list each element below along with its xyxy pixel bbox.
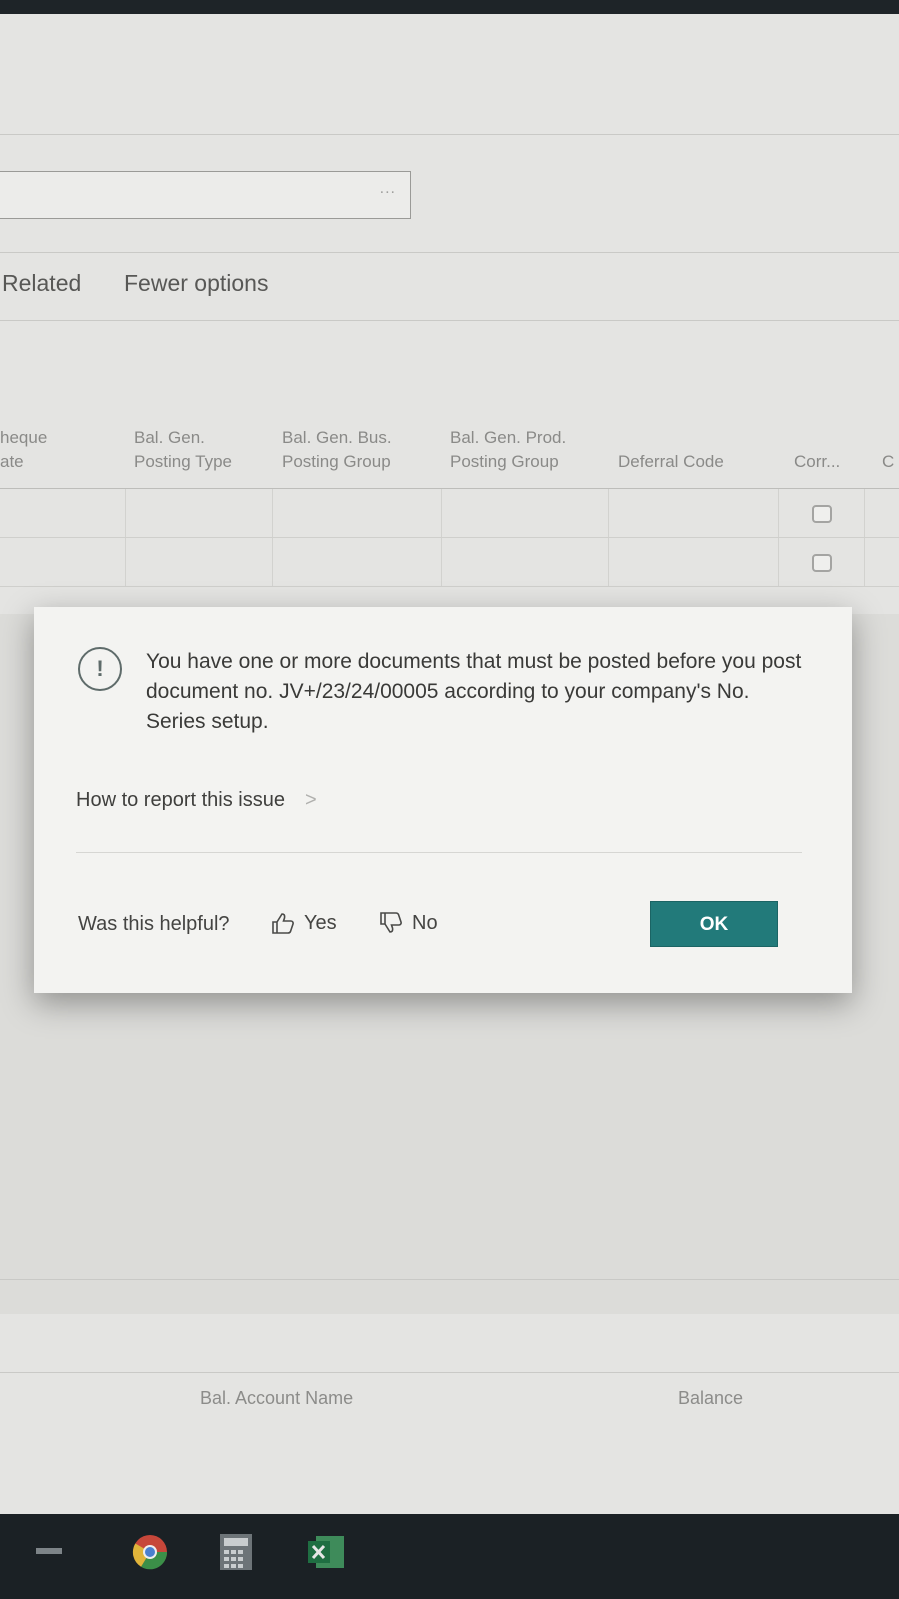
column-header-c[interactable]: C bbox=[882, 426, 894, 474]
search-icon[interactable] bbox=[36, 1548, 62, 1554]
table-row[interactable] bbox=[0, 538, 899, 587]
action-related[interactable]: Related bbox=[2, 270, 81, 297]
column-header-deferral-code[interactable]: Deferral Code bbox=[618, 426, 724, 474]
divider bbox=[0, 252, 899, 253]
column-header-bal-gen-prod-posting-group[interactable]: Bal. Gen. Prod. Posting Group bbox=[450, 426, 566, 474]
column-header-cheque-date[interactable]: heque ate bbox=[0, 426, 47, 474]
excel-icon[interactable] bbox=[306, 1532, 346, 1572]
report-issue-label: How to report this issue bbox=[76, 789, 285, 811]
divider bbox=[76, 852, 802, 853]
divider bbox=[0, 134, 899, 135]
action-bar: Related Fewer options bbox=[0, 270, 899, 306]
chrome-icon[interactable] bbox=[130, 1532, 170, 1572]
divider bbox=[0, 320, 899, 321]
divider bbox=[0, 1372, 899, 1373]
column-header-bal-gen-bus-posting-group[interactable]: Bal. Gen. Bus. Posting Group bbox=[282, 426, 392, 474]
correction-checkbox[interactable] bbox=[812, 554, 832, 572]
feedback-yes-label: Yes bbox=[304, 911, 337, 934]
report-issue-link[interactable]: How to report this issue > bbox=[76, 789, 317, 812]
feedback-yes-button[interactable]: Yes bbox=[270, 911, 337, 935]
footer-balance-label: Balance bbox=[678, 1388, 744, 1408]
ok-button[interactable]: OK bbox=[650, 901, 778, 947]
thumbs-down-icon bbox=[380, 912, 402, 933]
error-message: You have one or more documents that must… bbox=[146, 650, 802, 733]
divider bbox=[0, 1279, 899, 1280]
calculator-icon[interactable] bbox=[218, 1532, 254, 1572]
thumbs-up-icon bbox=[272, 913, 294, 934]
lookup-ellipsis-button[interactable]: ... bbox=[380, 180, 396, 198]
column-header-bal-gen-posting-type[interactable]: Bal. Gen. Posting Type bbox=[134, 426, 232, 474]
action-fewer-options[interactable]: Fewer options bbox=[124, 270, 268, 297]
feedback-no-label: No bbox=[412, 911, 438, 934]
error-dialog: ! You have one or more documents that mu… bbox=[34, 607, 852, 993]
feedback-no-button[interactable]: No bbox=[378, 911, 438, 935]
chevron-right-icon: > bbox=[304, 789, 317, 811]
alert-icon: ! bbox=[78, 647, 122, 691]
correction-checkbox[interactable] bbox=[812, 505, 832, 523]
table-row[interactable] bbox=[0, 489, 899, 538]
taskbar bbox=[0, 1514, 899, 1599]
footer-bal-account-name-label: Bal. Account Name bbox=[200, 1388, 354, 1408]
helpful-label: Was this helpful? bbox=[78, 913, 230, 935]
lookup-field[interactable]: ... bbox=[0, 171, 411, 219]
column-header-corr[interactable]: Corr... bbox=[794, 426, 840, 474]
